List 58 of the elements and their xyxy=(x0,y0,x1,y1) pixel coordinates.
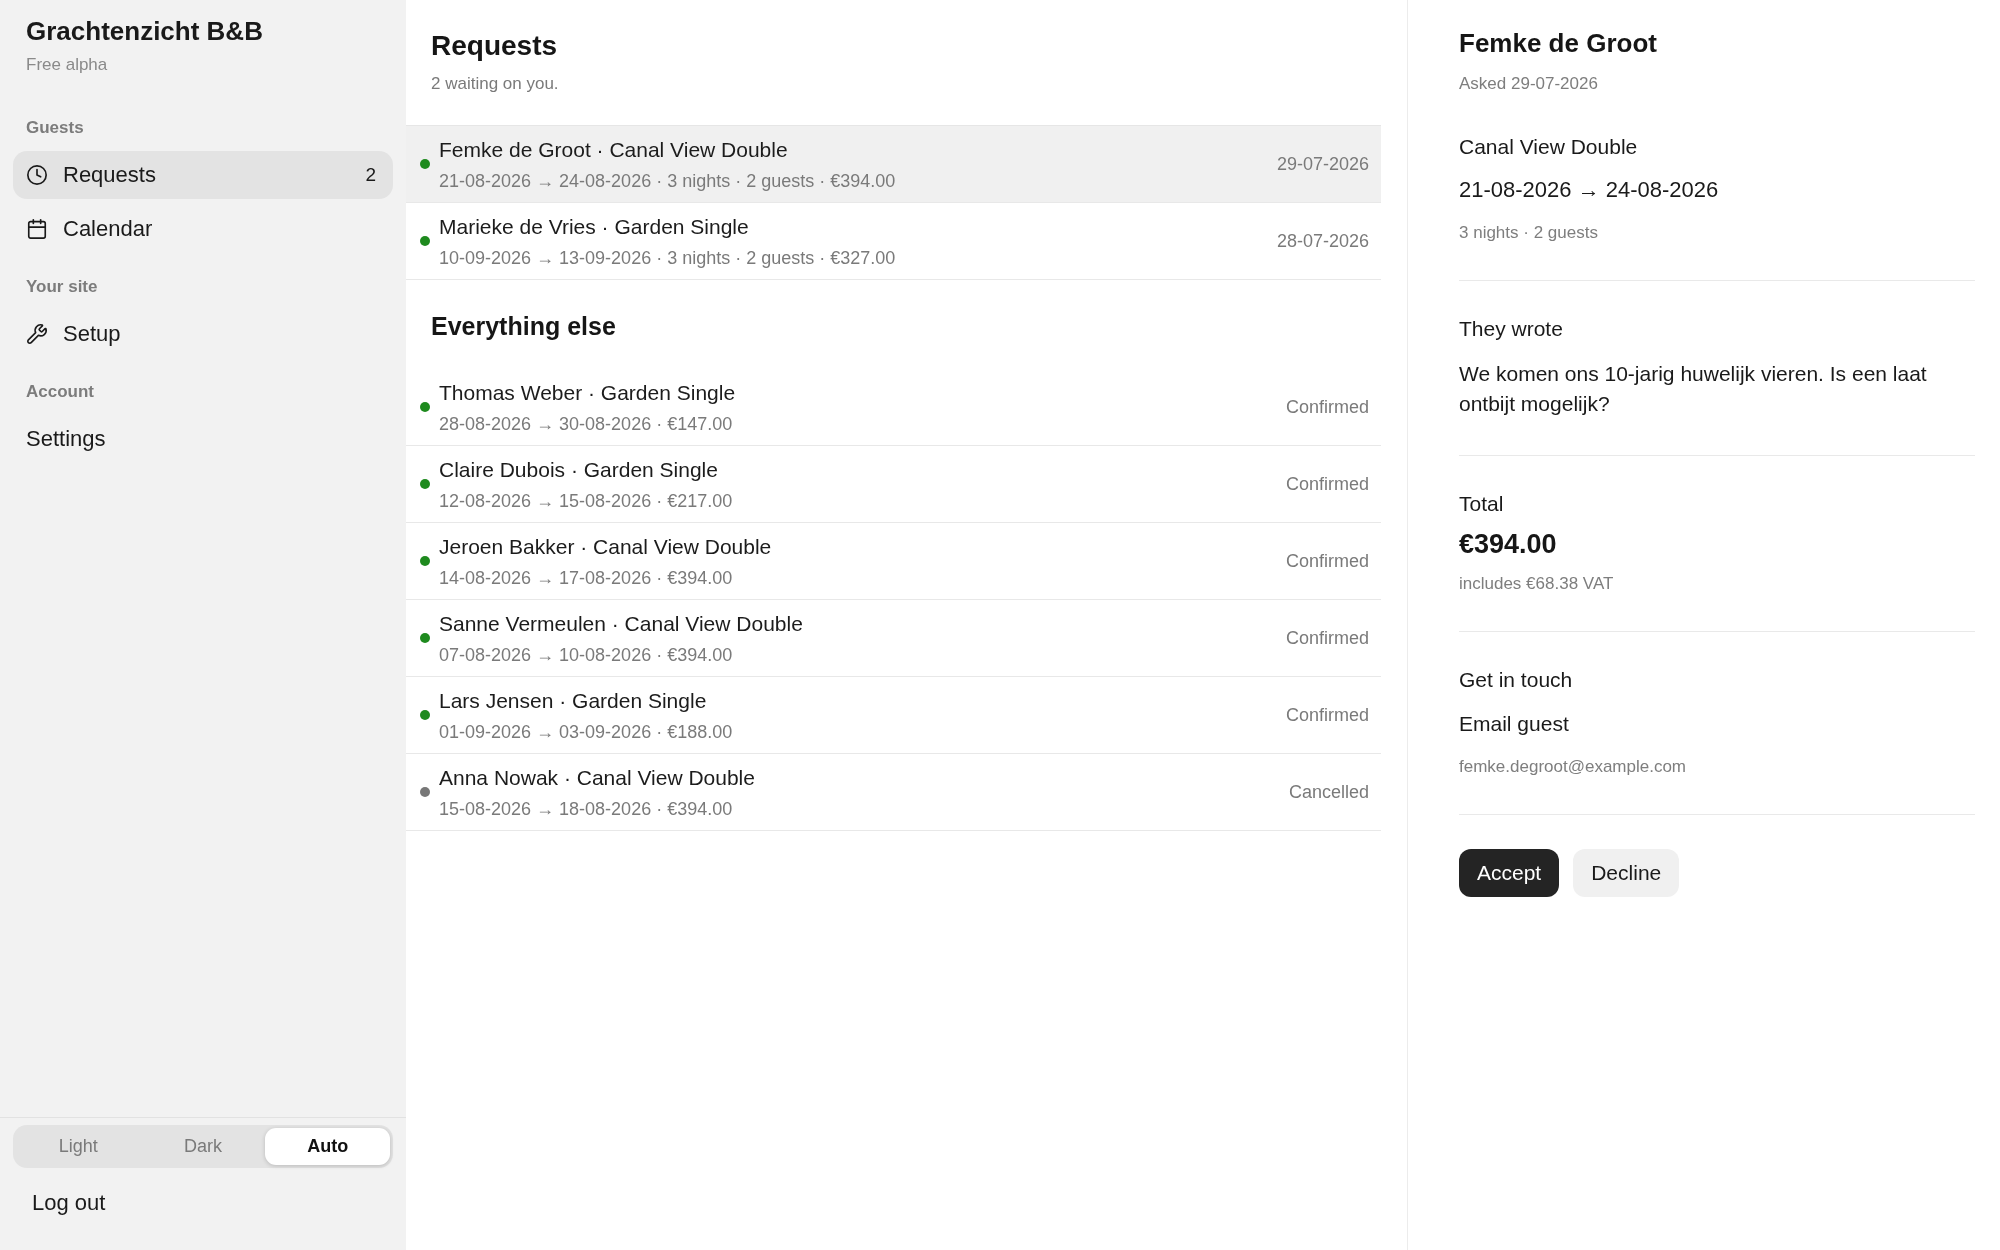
section-heading: Total xyxy=(1459,491,1504,517)
booking-status: Confirmed xyxy=(1285,550,1369,572)
primary-button[interactable]: Accept xyxy=(1459,849,1560,897)
booking-title: Marieke de Vries · Garden Single xyxy=(439,213,750,240)
booking-details: 10-09-2026 → 13-09-2026 · 3 nights · 2 guests · €327.00 xyxy=(439,246,897,269)
booking-details: 12-08-2026 → 15-08-2026 · €217.00 xyxy=(439,489,734,512)
email-link[interactable]: Email guest xyxy=(1459,711,1569,737)
page-subtitle: 2 waiting on you. xyxy=(431,73,560,95)
brand-title: Grachtenzicht B&B xyxy=(25,15,264,47)
booking-title: Claire Dubois · Garden Single xyxy=(439,456,719,483)
booking-details: 21-08-2026 → 24-08-2026 · 3 nights · 2 guests · €394.00 xyxy=(439,169,897,192)
plan-label: Free alpha xyxy=(25,54,109,76)
booking-details: 01-09-2026 → 03-09-2026 · €188.00 xyxy=(439,720,734,743)
booking-title: Thomas Weber · Garden Single xyxy=(439,379,737,406)
section-heading: Your site xyxy=(25,276,99,298)
booking-details: 28-08-2026 → 30-08-2026 · €147.00 xyxy=(439,412,734,435)
guest-message: We komen ons 10-jarig huwelijk vieren. Is een laat ontbijt mogelijk? xyxy=(1459,361,1928,417)
section-heading: They wrote xyxy=(1459,316,1563,342)
vat-note: includes €68.38 VAT xyxy=(1459,573,1614,595)
booking-details: 07-08-2026 → 10-08-2026 · €394.00 xyxy=(439,643,734,666)
stay-summary: 3 nights · 2 guests xyxy=(1459,222,1598,244)
theme-option[interactable]: Auto xyxy=(265,1128,390,1165)
booking-details: 15-08-2026 → 18-08-2026 · €394.00 xyxy=(439,797,734,820)
calendar-icon xyxy=(26,218,48,240)
booking-title: Sanne Vermeulen · Canal View Double xyxy=(439,610,804,637)
wrench-icon xyxy=(26,323,48,345)
booking-status: Confirmed xyxy=(1285,704,1369,726)
booking-title: Femke de Groot · Canal View Double xyxy=(439,136,789,163)
sidebar-item[interactable]: Calendar xyxy=(13,205,393,253)
secondary-button[interactable]: Decline xyxy=(1573,849,1680,897)
booking-status: Confirmed xyxy=(1285,627,1369,649)
section-heading: Guests xyxy=(25,117,85,139)
booking-row[interactable]: Femke de Groot · Canal View Double 21-08-2026 → 24-08-2026 · 3 nights · 2 guests · €394.00 29-07-2026 xyxy=(406,126,1381,203)
booking-status: Cancelled xyxy=(1288,781,1369,803)
section-heading: Account xyxy=(25,381,95,403)
group-title: Everything else xyxy=(431,311,617,341)
booking-status: Confirmed xyxy=(1285,396,1369,418)
guest-email: femke.degroot@example.com xyxy=(1459,756,1687,778)
booking-details: 14-08-2026 → 17-08-2026 · €394.00 xyxy=(439,566,734,589)
guest-name: Femke de Groot xyxy=(1459,27,1657,59)
room-name: Canal View Double xyxy=(1459,134,1638,160)
asked-date: Asked 29-07-2026 xyxy=(1459,73,1598,95)
booking-title: Jeroen Bakker · Canal View Double xyxy=(439,533,773,560)
sidebar-item[interactable]: Setup xyxy=(13,310,393,358)
section-heading: Get in touch xyxy=(1459,667,1573,693)
request-date: 29-07-2026 xyxy=(1276,153,1369,175)
clock-icon xyxy=(26,164,48,186)
booking-title: Anna Nowak · Canal View Double xyxy=(439,764,756,791)
stay-dates: 21-08-2026 → 24-08-2026 xyxy=(1459,176,1719,204)
total-price: €394.00 xyxy=(1459,528,1557,561)
booking-title: Lars Jensen · Garden Single xyxy=(439,687,708,714)
request-count: 2 xyxy=(365,164,377,186)
booking-status: Confirmed xyxy=(1285,473,1369,495)
sidebar-item[interactable]: Settings xyxy=(13,415,393,463)
logout-link[interactable]: Log out xyxy=(32,1190,106,1216)
sidebar-item[interactable]: Requests 2 xyxy=(13,151,393,199)
page-title: Requests xyxy=(431,29,559,63)
request-date: 28-07-2026 xyxy=(1276,230,1369,252)
